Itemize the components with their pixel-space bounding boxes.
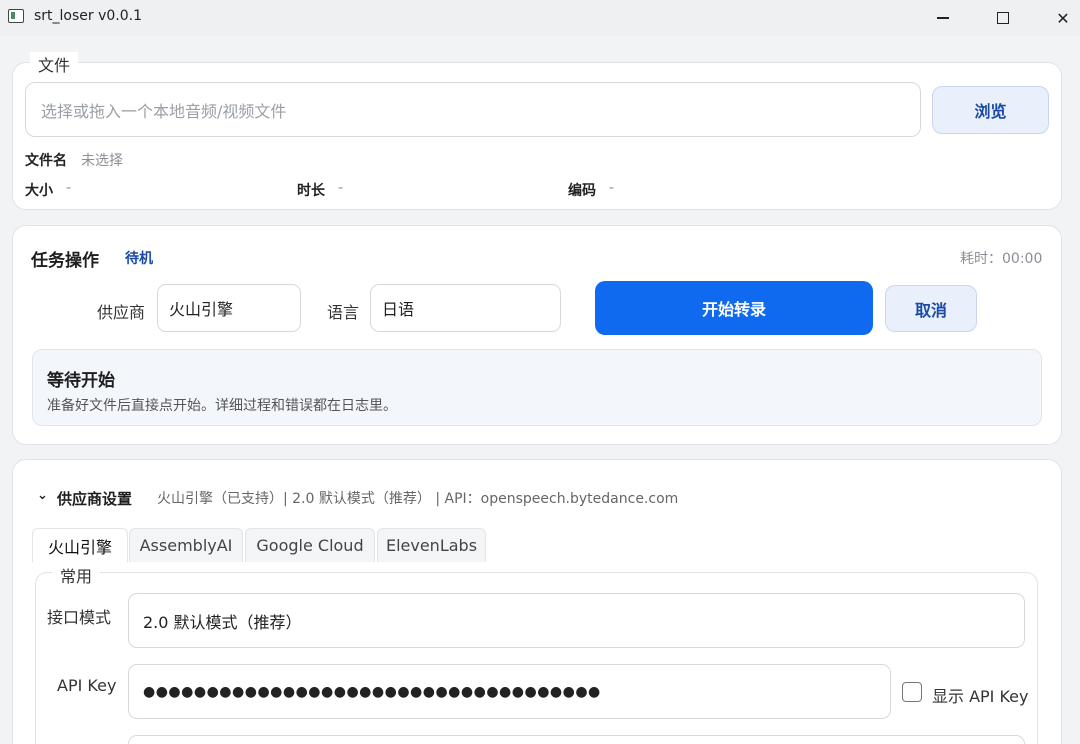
api-mode-label: 接口模式	[47, 608, 112, 627]
close-icon: ✕	[1056, 8, 1070, 28]
common-group-legend: 常用	[52, 563, 101, 587]
tab-assemblyai[interactable]: AssemblyAI	[129, 528, 243, 562]
task-title: 任务操作	[31, 251, 99, 271]
provider-select[interactable]: 火山引擎	[157, 284, 301, 332]
file-section-legend: 文件	[30, 52, 79, 76]
tab-volcengine[interactable]: 火山引擎	[32, 528, 128, 562]
api-key-input[interactable]: ●●●●●●●●●●●●●●●●●●●●●●●●●●●●●●●●●●●●	[128, 664, 891, 719]
start-transcription-button[interactable]: 开始转录	[595, 281, 873, 335]
task-status-badge: 待机	[125, 251, 153, 267]
maximize-button[interactable]	[980, 0, 1026, 36]
tab-elevenlabs[interactable]: ElevenLabs	[377, 528, 486, 562]
chevron-down-icon[interactable]: ⌄	[37, 488, 48, 503]
show-api-key-label[interactable]: 显示 API Key	[932, 683, 1029, 707]
file-duration-label: 时长	[297, 183, 325, 199]
file-name-value: 未选择	[81, 153, 123, 169]
file-codec-label: 编码	[568, 183, 596, 199]
maximize-icon	[997, 12, 1009, 24]
browse-button[interactable]: 浏览	[932, 86, 1049, 134]
tab-google-cloud[interactable]: Google Cloud	[245, 528, 375, 562]
close-button[interactable]: ✕	[1040, 0, 1080, 36]
file-size-value: -	[66, 180, 72, 196]
show-api-key-checkbox[interactable]	[902, 682, 922, 702]
file-duration-value: -	[338, 180, 344, 196]
file-name-label: 文件名	[25, 153, 67, 169]
elapsed-time: 耗时：00:00	[960, 251, 1043, 267]
next-setting-field[interactable]	[128, 735, 1025, 744]
file-size-label: 大小	[25, 183, 53, 199]
file-codec-value: -	[609, 180, 615, 196]
provider-summary: 火山引擎（已支持）| 2.0 默认模式（推荐） | API：openspeech…	[157, 491, 679, 507]
minimize-button[interactable]	[920, 0, 966, 36]
status-heading: 等待开始	[47, 371, 115, 391]
language-label: 语言	[327, 303, 360, 322]
file-path-input[interactable]: 选择或拖入一个本地音频/视频文件	[25, 82, 921, 137]
provider-label: 供应商	[97, 303, 146, 322]
api-key-label: API Key	[57, 676, 117, 695]
api-mode-select[interactable]: 2.0 默认模式（推荐）	[128, 593, 1025, 648]
cancel-button[interactable]: 取消	[885, 285, 977, 332]
title-bar: srt_loser v0.0.1 ✕	[0, 0, 1080, 36]
language-select[interactable]: 日语	[370, 284, 561, 332]
status-description: 准备好文件后直接点开始。详细过程和错误都在日志里。	[47, 398, 397, 414]
minimize-icon	[937, 17, 949, 19]
window-title: srt_loser v0.0.1	[34, 8, 143, 24]
app-icon	[8, 9, 24, 23]
provider-settings-toggle[interactable]: 供应商设置	[57, 488, 132, 509]
